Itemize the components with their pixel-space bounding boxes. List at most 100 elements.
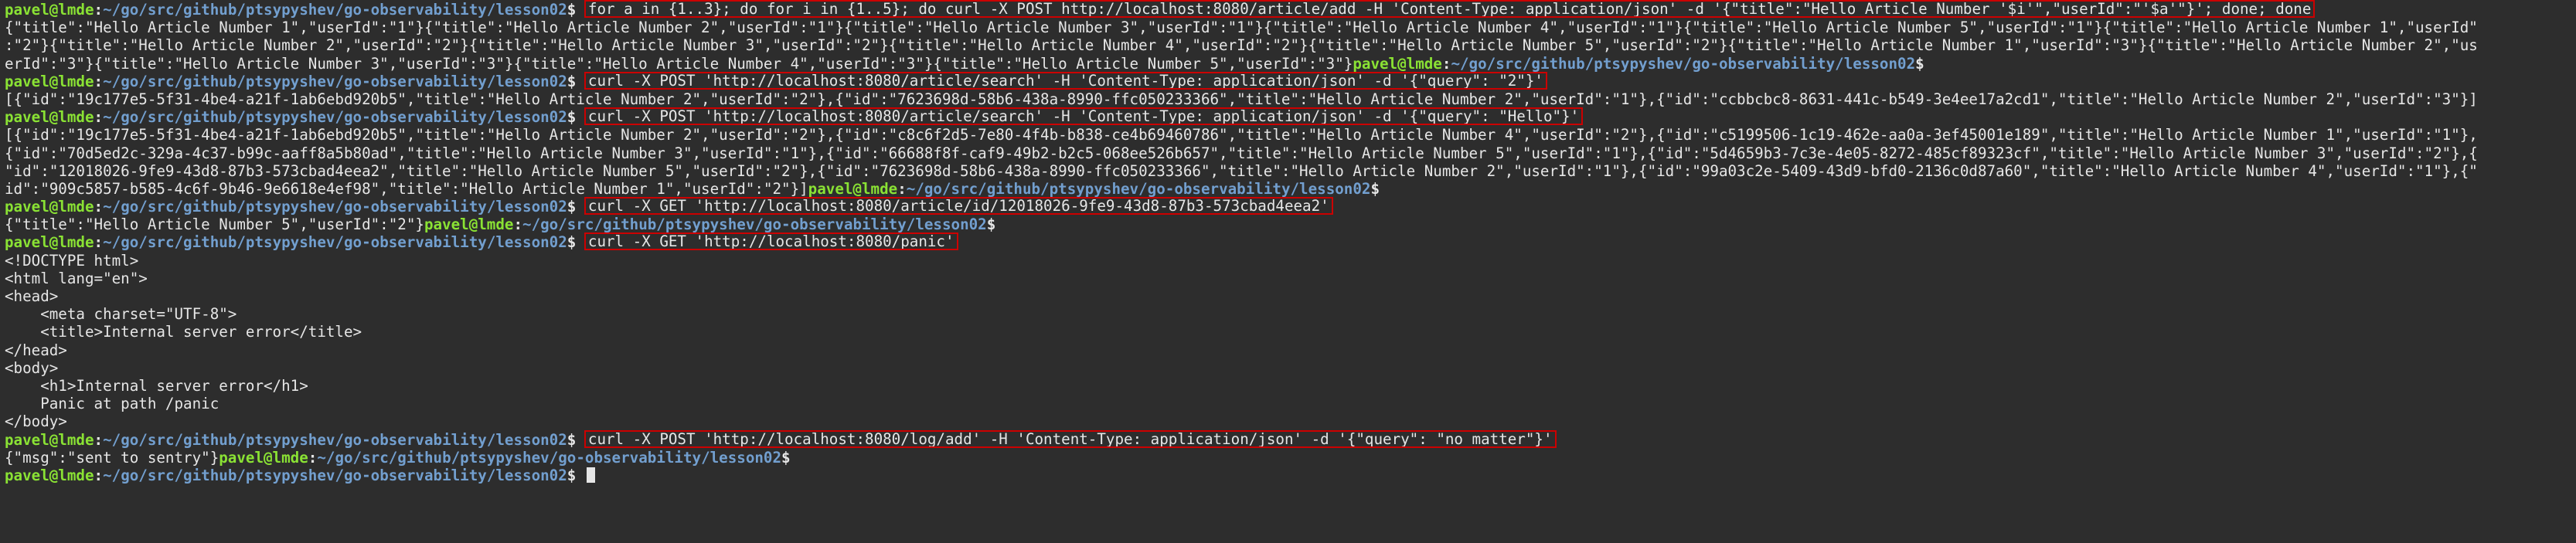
shell-prompt: pavel@lmde:~/go/src/github/ptsypyshev/go…: [5, 73, 585, 90]
shell-prompt: pavel@lmde:~/go/src/github/ptsypyshev/go…: [5, 431, 585, 449]
prompt-path: ~/go/src/github/ptsypyshev/go-observabil…: [1451, 54, 1916, 73]
prompt-path: ~/go/src/github/ptsypyshev/go-observabil…: [906, 179, 1371, 198]
prompt-path: ~/go/src/github/ptsypyshev/go-observabil…: [103, 233, 567, 252]
shell-prompt: pavel@lmde:~/go/src/github/ptsypyshev/go…: [5, 198, 585, 216]
command-output: </head>: [5, 341, 67, 359]
prompt-symbol: $: [1370, 179, 1389, 198]
terminal-line: pavel@lmde:~/go/src/github/ptsypyshev/go…: [5, 107, 2576, 126]
prompt-symbol: $: [986, 216, 1005, 234]
command-output: erId":"3"}{"title":"Hello Article Number…: [5, 54, 1353, 73]
shell-prompt: pavel@lmde:~/go/src/github/ptsypyshev/go…: [5, 233, 585, 251]
prompt-symbol: $: [781, 448, 800, 467]
prompt-path: ~/go/src/github/ptsypyshev/go-observabil…: [103, 430, 567, 449]
terminal-line: pavel@lmde:~/go/src/github/ptsypyshev/go…: [5, 429, 2576, 449]
prompt-symbol: $: [567, 198, 585, 216]
terminal-line: [{"id":"19c177e5-5f31-4be4-a21f-1ab6ebd9…: [5, 90, 2576, 108]
command-output: <body>: [5, 358, 59, 377]
text-cursor[interactable]: [586, 467, 595, 483]
prompt-user-host: pavel@lmde: [5, 72, 94, 90]
prompt-separator: :: [94, 1, 104, 19]
terminal-line: </body>: [5, 412, 2576, 430]
terminal-line: {"id":"70d5ed2c-329a-4c37-b99c-aaff8a5b8…: [5, 144, 2576, 162]
terminal-line: pavel@lmde:~/go/src/github/ptsypyshev/go…: [5, 197, 2576, 216]
highlighted-command[interactable]: curl -X GET 'http://localhost:8080/panic…: [584, 232, 958, 251]
prompt-path: ~/go/src/github/ptsypyshev/go-observabil…: [522, 216, 987, 234]
terminal-line: <html lang="en">: [5, 270, 2576, 287]
terminal-line: {"title":"Hello Article Number 5","userI…: [5, 216, 2576, 233]
prompt-user-host: pavel@lmde: [5, 233, 94, 252]
terminal-line: {"msg":"sent to sentry"}pavel@lmde:~/go/…: [5, 449, 2576, 467]
terminal-line: <title>Internal server error</title>: [5, 323, 2576, 341]
prompt-symbol: $: [567, 233, 585, 252]
prompt-separator: :: [94, 198, 104, 216]
terminal-line: id":"909c5857-b585-4c6f-9b46-9e6618e4ef9…: [5, 180, 2576, 198]
terminal-line: </head>: [5, 341, 2576, 359]
command-output: {"title":"Hello Article Number 5","userI…: [5, 216, 424, 234]
prompt-separator: :: [94, 72, 104, 90]
terminal-line: {"title":"Hello Article Number 1","userI…: [5, 19, 2576, 36]
command-output: </body>: [5, 412, 67, 431]
command-output: <title>Internal server error</title>: [5, 323, 362, 341]
prompt-user-host: pavel@lmde: [424, 216, 514, 234]
command-output: "id":"12018026-9fe9-43d8-87b3-573cbad4ee…: [5, 161, 2478, 180]
terminal-line: Panic at path /panic: [5, 395, 2576, 412]
prompt-user-host: pavel@lmde: [808, 179, 898, 198]
command-output: {"id":"70d5ed2c-329a-4c37-b99c-aaff8a5b8…: [5, 144, 2478, 162]
highlighted-command[interactable]: curl -X POST 'http://localhost:8080/arti…: [584, 107, 1584, 126]
shell-prompt: pavel@lmde:~/go/src/github/ptsypyshev/go…: [424, 216, 1005, 233]
prompt-path: ~/go/src/github/ptsypyshev/go-observabil…: [103, 466, 567, 484]
terminal-line: <head>: [5, 287, 2576, 305]
prompt-user-host: pavel@lmde: [5, 198, 94, 216]
terminal-line: pavel@lmde:~/go/src/github/ptsypyshev/go…: [5, 71, 2576, 90]
shell-prompt: pavel@lmde:~/go/src/github/ptsypyshev/go…: [5, 1, 585, 19]
prompt-symbol: $: [567, 1, 585, 19]
terminal-line: pavel@lmde:~/go/src/github/ptsypyshev/go…: [5, 232, 2576, 251]
prompt-separator: :: [94, 233, 104, 252]
prompt-path: ~/go/src/github/ptsypyshev/go-observabil…: [103, 108, 567, 127]
terminal-line: erId":"3"}{"title":"Hello Article Number…: [5, 55, 2576, 73]
shell-prompt: pavel@lmde:~/go/src/github/ptsypyshev/go…: [5, 108, 585, 126]
command-output: <!DOCTYPE html>: [5, 251, 139, 270]
command-output: {"title":"Hello Article Number 1","userI…: [5, 19, 2478, 37]
prompt-path: ~/go/src/github/ptsypyshev/go-observabil…: [103, 72, 567, 90]
shell-prompt: pavel@lmde:~/go/src/github/ptsypyshev/go…: [1353, 55, 1933, 73]
command-output: <h1>Internal server error</h1>: [5, 376, 308, 395]
prompt-symbol: $: [567, 466, 585, 484]
prompt-separator: :: [308, 448, 318, 467]
highlighted-command[interactable]: curl -X POST 'http://localhost:8080/log/…: [584, 429, 1557, 448]
prompt-user-host: pavel@lmde: [5, 1, 94, 19]
command-output: [{"id":"19c177e5-5f31-4be4-a21f-1ab6ebd9…: [5, 90, 2478, 108]
terminal-line: pavel@lmde:~/go/src/github/ptsypyshev/go…: [5, 0, 2576, 19]
command-output: <meta charset="UTF-8">: [5, 305, 237, 324]
prompt-path: ~/go/src/github/ptsypyshev/go-observabil…: [103, 198, 567, 216]
command-output: {"msg":"sent to sentry"}: [5, 448, 219, 467]
terminal-line: <!DOCTYPE html>: [5, 252, 2576, 270]
terminal-line: [{"id":"19c177e5-5f31-4be4-a21f-1ab6ebd9…: [5, 126, 2576, 144]
prompt-separator: :: [1441, 54, 1451, 73]
prompt-symbol: $: [1915, 54, 1934, 73]
terminal-line: "id":"12018026-9fe9-43d8-87b3-573cbad4ee…: [5, 162, 2576, 180]
prompt-user-host: pavel@lmde: [5, 108, 94, 127]
prompt-user-host: pavel@lmde: [5, 466, 94, 484]
prompt-separator: :: [94, 108, 104, 127]
shell-prompt: pavel@lmde:~/go/src/github/ptsypyshev/go…: [219, 449, 799, 467]
command-output: [{"id":"19c177e5-5f31-4be4-a21f-1ab6ebd9…: [5, 126, 2478, 144]
prompt-user-host: pavel@lmde: [1353, 54, 1442, 73]
terminal-line: <meta charset="UTF-8">: [5, 305, 2576, 323]
prompt-separator: :: [513, 216, 523, 234]
highlighted-command[interactable]: for a in {1..3}; do for i in {1..5}; do …: [584, 0, 2316, 18]
prompt-separator: :: [94, 466, 104, 484]
highlighted-command[interactable]: curl -X POST 'http://localhost:8080/arti…: [584, 71, 1547, 90]
terminal-line: <h1>Internal server error</h1>: [5, 377, 2576, 395]
command-output: id":"909c5857-b585-4c6f-9b46-9e6618e4ef9…: [5, 179, 808, 198]
prompt-symbol: $: [567, 108, 585, 127]
prompt-user-host: pavel@lmde: [219, 448, 308, 467]
prompt-path: ~/go/src/github/ptsypyshev/go-observabil…: [317, 448, 782, 467]
terminal-window[interactable]: pavel@lmde:~/go/src/github/ptsypyshev/go…: [0, 0, 2576, 484]
highlighted-command[interactable]: curl -X GET 'http://localhost:8080/artic…: [584, 197, 1333, 216]
prompt-symbol: $: [567, 72, 585, 90]
prompt-user-host: pavel@lmde: [5, 430, 94, 449]
terminal-line: pavel@lmde:~/go/src/github/ptsypyshev/go…: [5, 467, 2576, 484]
command-output: <head>: [5, 287, 59, 305]
prompt-separator: :: [897, 179, 907, 198]
